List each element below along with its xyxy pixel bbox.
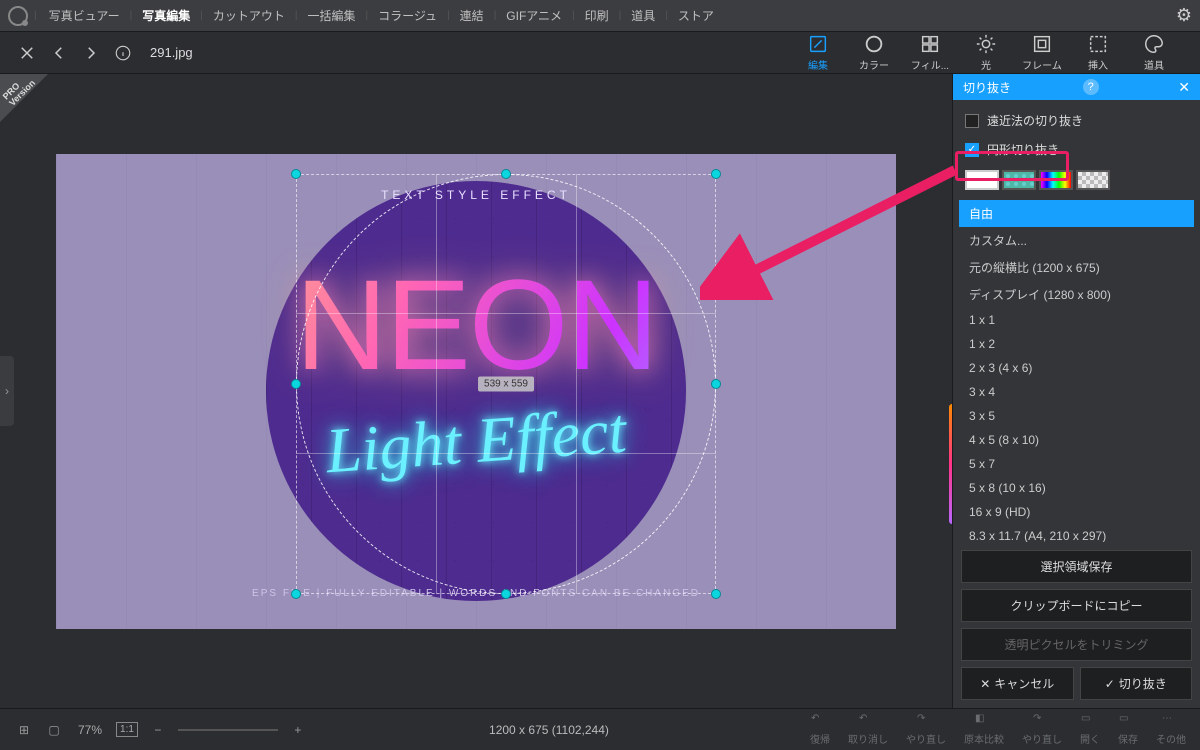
history-action[interactable]: ▭開く xyxy=(1080,713,1100,746)
edit-icon xyxy=(807,33,829,55)
crop-selection[interactable]: 539 x 559 xyxy=(296,174,716,594)
aspect-ratio-option[interactable]: 3 x 4 xyxy=(959,380,1194,404)
zoom-1to1-button[interactable]: 1:1 xyxy=(116,722,138,737)
editor-tab-edit[interactable]: 編集 xyxy=(790,33,846,72)
close-icon[interactable] xyxy=(18,44,36,62)
decorative-accent xyxy=(949,404,952,524)
menu-item[interactable]: カットアウト xyxy=(203,2,295,29)
filename-label: 291.jpg xyxy=(150,45,193,60)
aspect-ratio-list: 自由カスタム...元の縦横比 (1200 x 675)ディスプレイ (1280 … xyxy=(959,200,1194,542)
option-circle-crop[interactable]: 円形切り抜き xyxy=(953,135,1200,164)
history-action[interactable]: ◧原本比較 xyxy=(964,713,1004,746)
aspect-ratio-option[interactable]: 3 x 5 xyxy=(959,404,1194,428)
menu-item[interactable]: 写真編集 xyxy=(132,2,200,29)
aspect-ratio-option[interactable]: 自由 xyxy=(959,200,1194,227)
dimensions-label: 1200 x 675 (1102,244) xyxy=(489,723,609,737)
menu-item[interactable]: ストア xyxy=(668,2,724,29)
grid-icon xyxy=(919,33,941,55)
apply-crop-button[interactable]: ✓ 切り抜き xyxy=(1080,667,1193,700)
nav-back-icon[interactable] xyxy=(50,44,68,62)
menu-item[interactable]: 道具 xyxy=(621,2,665,29)
history-action[interactable]: ↶取り消し xyxy=(848,713,888,746)
swatch-white[interactable] xyxy=(965,170,999,190)
aspect-ratio-option[interactable]: カスタム... xyxy=(959,227,1194,254)
main-area: PRO Version › TEXT STYLE EFFECT NEON Lig… xyxy=(0,74,1200,708)
pro-badge: PRO Version xyxy=(0,74,48,122)
aspect-ratio-option[interactable]: 1 x 2 xyxy=(959,332,1194,356)
aspect-ratio-option[interactable]: 4 x 5 (8 x 10) xyxy=(959,428,1194,452)
aspect-ratio-option[interactable]: ディスプレイ (1280 x 800) xyxy=(959,281,1194,308)
file-toolbar: 291.jpg 編集カラーフィル...光フレーム挿入道具 xyxy=(0,32,1200,74)
editor-tab-grid[interactable]: フィル... xyxy=(902,33,958,72)
menu-item[interactable]: 連結 xyxy=(450,2,494,29)
history-action[interactable]: ↶復帰 xyxy=(810,713,830,746)
editor-tab-frame[interactable]: フレーム xyxy=(1014,33,1070,72)
option-perspective-crop[interactable]: 遠近法の切り抜き xyxy=(953,106,1200,135)
menu-item[interactable]: コラージュ xyxy=(368,2,447,29)
sun-icon xyxy=(975,33,997,55)
info-icon[interactable] xyxy=(114,44,132,62)
close-panel-icon[interactable]: ✕ xyxy=(1178,79,1190,96)
editor-tab-insert[interactable]: 挿入 xyxy=(1070,33,1126,72)
menu-item[interactable]: 印刷 xyxy=(575,2,619,29)
status-bar: ⊞ ▢ 77% 1:1 − + 1200 x 675 (1102,244) ↶復… xyxy=(0,708,1200,750)
bg-toggle-icon[interactable]: ▢ xyxy=(44,720,64,740)
history-action[interactable]: ↷やり直し xyxy=(906,713,946,746)
history-action[interactable]: ⋯その他 xyxy=(1156,713,1186,746)
crop-handle[interactable] xyxy=(501,169,511,179)
palette-icon xyxy=(1143,33,1165,55)
editor-tab-circle[interactable]: カラー xyxy=(846,33,902,72)
editor-tab-sun[interactable]: 光 xyxy=(958,33,1014,72)
help-icon[interactable]: ? xyxy=(1083,79,1099,95)
crop-handle[interactable] xyxy=(711,589,721,599)
background-swatches xyxy=(953,164,1200,196)
copy-clipboard-button[interactable]: クリップボードにコピー xyxy=(961,589,1192,622)
crop-handle[interactable] xyxy=(711,379,721,389)
crop-handle[interactable] xyxy=(501,589,511,599)
zoom-out-icon[interactable]: − xyxy=(148,720,168,740)
grid-toggle-icon[interactable]: ⊞ xyxy=(14,720,34,740)
frame-icon xyxy=(1031,33,1053,55)
history-action[interactable]: ▭保存 xyxy=(1118,713,1138,746)
swatch-pattern[interactable] xyxy=(1002,170,1036,190)
circle-icon xyxy=(863,33,885,55)
swatch-transparent[interactable] xyxy=(1076,170,1110,190)
aspect-ratio-option[interactable]: 5 x 7 xyxy=(959,452,1194,476)
panel-header: 切り抜き ? ✕ xyxy=(953,74,1200,100)
crop-handle[interactable] xyxy=(291,169,301,179)
crop-handle[interactable] xyxy=(291,589,301,599)
app-logo-icon xyxy=(8,6,28,26)
insert-icon xyxy=(1087,33,1109,55)
settings-gear-icon[interactable]: ⚙ xyxy=(1176,5,1192,26)
canvas-viewport[interactable]: PRO Version › TEXT STYLE EFFECT NEON Lig… xyxy=(0,74,952,708)
menu-item[interactable]: 一括編集 xyxy=(298,2,366,29)
panel-title: 切り抜き xyxy=(963,79,1011,96)
zoom-slider[interactable] xyxy=(178,729,278,731)
zoom-label[interactable]: 77% xyxy=(74,723,106,737)
nav-forward-icon[interactable] xyxy=(82,44,100,62)
menu-separator: | xyxy=(34,10,37,21)
aspect-ratio-option[interactable]: 1 x 1 xyxy=(959,308,1194,332)
menu-item[interactable]: GIFアニメ xyxy=(496,2,572,29)
image-canvas[interactable]: TEXT STYLE EFFECT NEON Light Effect EPS … xyxy=(56,154,896,629)
crop-handle[interactable] xyxy=(711,169,721,179)
top-menubar: | 写真ビュアー|写真編集|カットアウト|一括編集|コラージュ|連結|GIFアニ… xyxy=(0,0,1200,32)
history-action[interactable]: ↷やり直し xyxy=(1022,713,1062,746)
aspect-ratio-option[interactable]: 16 x 9 (HD) xyxy=(959,500,1194,524)
zoom-in-icon[interactable]: + xyxy=(288,720,308,740)
aspect-ratio-option[interactable]: 5 x 8 (10 x 16) xyxy=(959,476,1194,500)
menu-item[interactable]: 写真ビュアー xyxy=(39,2,130,29)
trim-transparent-button: 透明ピクセルをトリミング xyxy=(961,628,1192,661)
crop-handle[interactable] xyxy=(291,379,301,389)
aspect-ratio-option[interactable]: 2 x 3 (4 x 6) xyxy=(959,356,1194,380)
crop-size-label: 539 x 559 xyxy=(478,376,534,391)
aspect-ratio-option[interactable]: 8.3 x 11.7 (A4, 210 x 297) xyxy=(959,524,1194,542)
swatch-rainbow[interactable] xyxy=(1039,170,1073,190)
save-selection-button[interactable]: 選択領域保存 xyxy=(961,550,1192,583)
crop-side-panel: 切り抜き ? ✕ 遠近法の切り抜き 円形切り抜き 自由カスタム...元の縦横比 … xyxy=(952,74,1200,708)
expand-left-tab[interactable]: › xyxy=(0,356,14,426)
editor-tab-palette[interactable]: 道具 xyxy=(1126,33,1182,72)
aspect-ratio-option[interactable]: 元の縦横比 (1200 x 675) xyxy=(959,254,1194,281)
cancel-button[interactable]: ✕ キャンセル xyxy=(961,667,1074,700)
